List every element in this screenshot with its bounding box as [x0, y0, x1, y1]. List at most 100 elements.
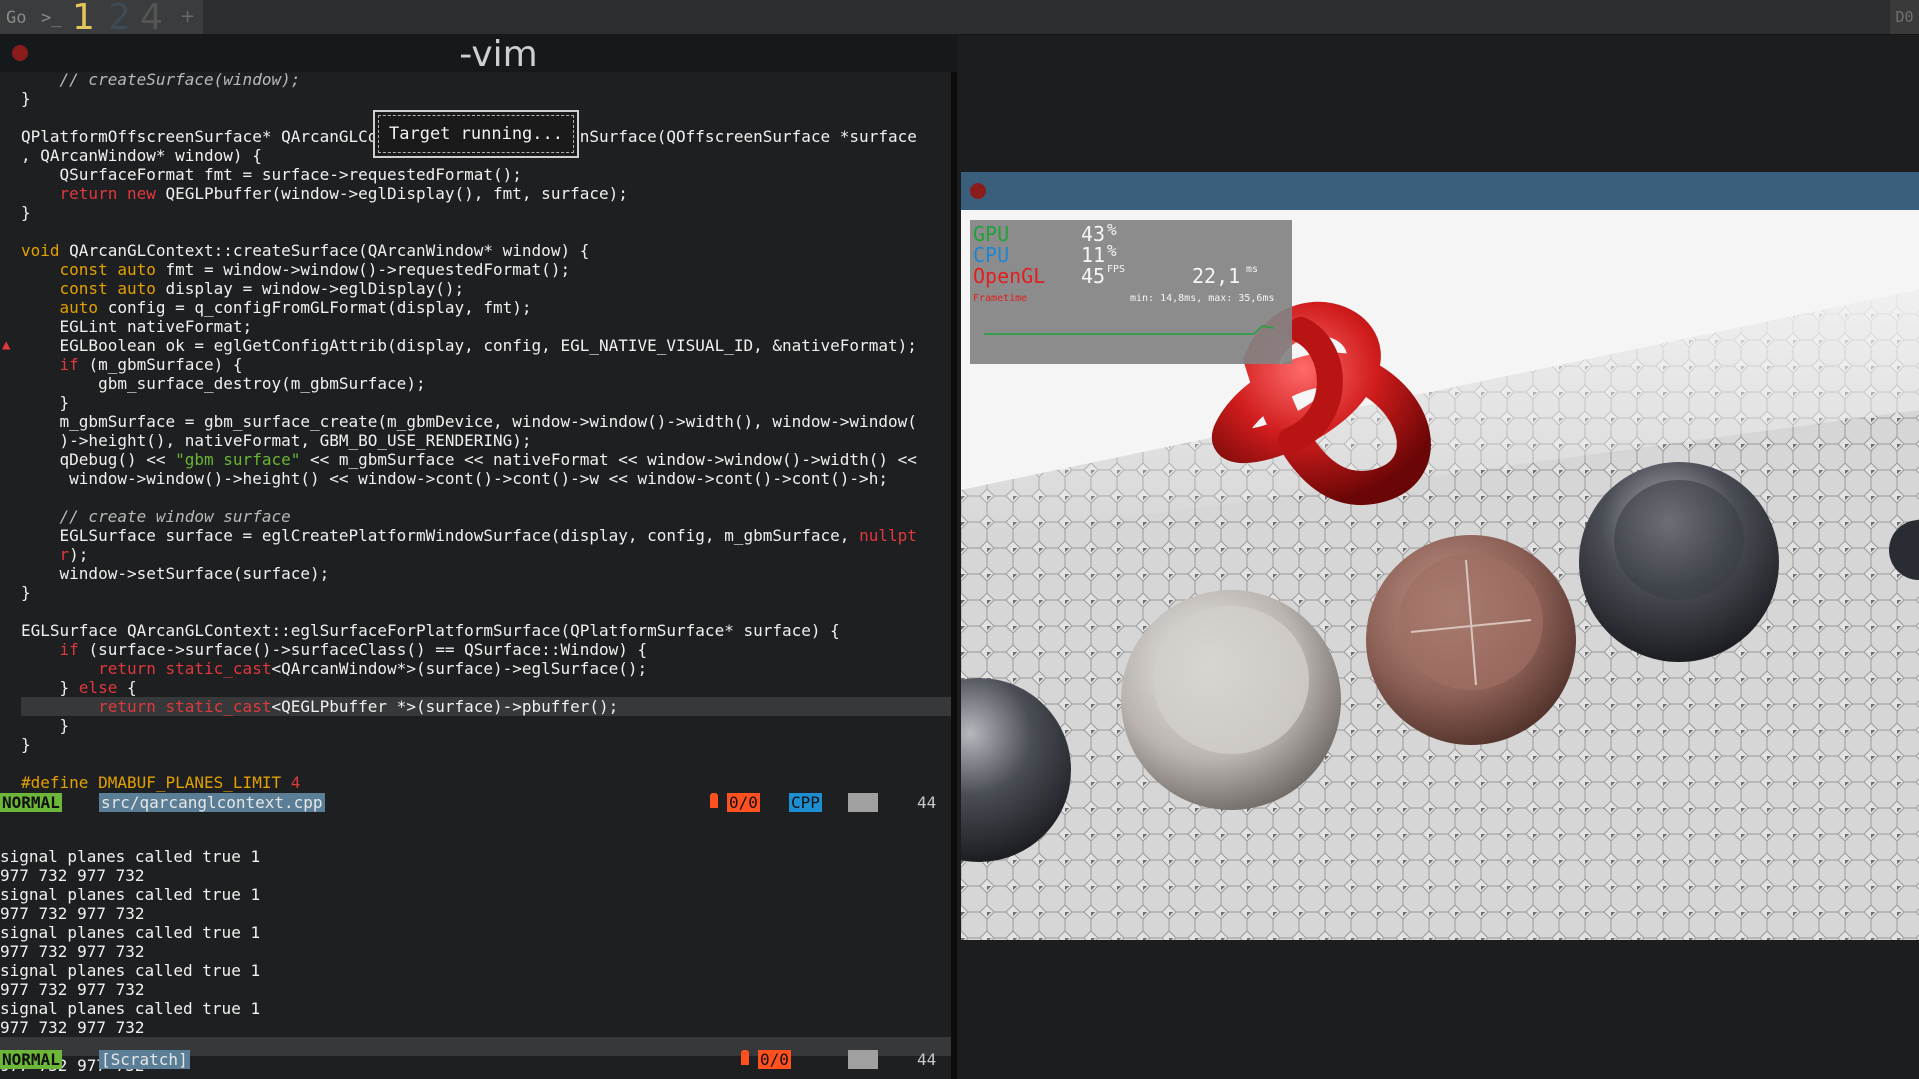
status-line-bottom: NORMAL [Scratch] 0/0 44	[0, 1050, 951, 1069]
code-line[interactable]: QSurfaceFormat fmt = surface->requestedF…	[0, 165, 951, 184]
code-token: }	[21, 89, 31, 108]
popup-text: Target running...	[378, 115, 574, 153]
code-line[interactable]: void QArcanGLContext::createSurface(QArc…	[0, 241, 951, 260]
code-token: return new	[21, 184, 166, 203]
status-line-top: NORMAL src/qarcanglcontext.cpp 0/0 CPP 4…	[0, 793, 951, 812]
code-line[interactable]: }	[0, 716, 951, 735]
go-label[interactable]: Go	[6, 8, 26, 28]
code-token: window->window()->height() << window->co…	[21, 469, 888, 488]
code-token: );	[69, 545, 89, 564]
cpu-unit: %	[1107, 241, 1117, 260]
message-line: signal planes called true 1	[0, 885, 261, 904]
terminal-prompt-icon[interactable]: >_	[41, 8, 61, 28]
code-token: }	[21, 203, 31, 222]
code-line[interactable]: }	[0, 735, 951, 754]
code-line[interactable]: return static_cast<QEGLPbuffer *>(surfac…	[21, 697, 951, 716]
code-line[interactable]: return new QEGLPbuffer(window->eglDispla…	[0, 184, 951, 203]
workspace-group: Go >_ 1 2 4 +	[0, 0, 203, 36]
code-line[interactable]: #define DMABUF_PLANES_LIMIT 4	[0, 773, 951, 792]
code-line[interactable]: }	[0, 203, 951, 222]
code-token: }	[21, 735, 31, 754]
top-bar: Go >_ 1 2 4 + D0	[0, 0, 1919, 36]
code-line[interactable]: window->window()->height() << window->co…	[0, 469, 951, 488]
code-line[interactable]: }	[0, 583, 951, 602]
code-token: return static_cast	[21, 697, 272, 716]
render-window[interactable]: GPU 43 % CPU 11 % OpenGL 45 FPS 22,1 ms …	[961, 172, 1919, 940]
code-line[interactable]: EGLSurface QArcanGLContext::eglSurfaceFo…	[0, 621, 951, 640]
vim-titlebar[interactable]: -vim	[0, 34, 957, 75]
code-line[interactable]: window->setSurface(surface);	[0, 564, 951, 583]
code-token: <QArcanWindow*>(surface)->eglSurface();	[271, 659, 648, 678]
code-token: EGLint nativeFormat;	[21, 317, 253, 336]
code-token: 4	[290, 773, 301, 792]
code-token: }	[21, 583, 31, 602]
code-token: display = window->eglDisplay();	[165, 279, 465, 298]
code-token: config = q_configFromGLFormat(display, f…	[107, 298, 532, 317]
workspace-2[interactable]: 2	[108, 0, 131, 36]
code-token: (m_gbmSurface) {	[88, 355, 243, 374]
code-line[interactable]: gbm_surface_destroy(m_gbmSurface);	[0, 374, 951, 393]
vim-window: -vim // createSurface(window);} QPlatform…	[0, 34, 957, 1079]
code-line[interactable]: EGLint nativeFormat;	[0, 317, 951, 336]
close-dot-icon[interactable]	[970, 183, 986, 199]
warning-icon: ▲	[2, 337, 11, 353]
opengl-label: OpenGL	[973, 264, 1046, 288]
fps-unit: FPS	[1107, 264, 1126, 275]
code-token: r	[21, 545, 70, 564]
code-line[interactable]: r);	[0, 545, 951, 564]
code-token: window->setSurface(surface);	[21, 564, 330, 583]
code-line[interactable]: ▲ EGLBoolean ok = eglGetConfigAttrib(dis…	[0, 336, 951, 355]
code-token: auto	[21, 298, 108, 317]
code-line[interactable]: return static_cast<QArcanWindow*>(surfac…	[0, 659, 951, 678]
code-line[interactable]: auto config = q_configFromGLFormat(displ…	[0, 298, 951, 317]
code-token: EGLSurface QArcanGLContext::eglSurfaceFo…	[21, 621, 840, 640]
code-line[interactable]: )->height(), nativeFormat, GBM_BO_USE_RE…	[0, 431, 951, 450]
workspace-4[interactable]: 4	[140, 0, 163, 36]
code-line[interactable]	[0, 222, 951, 241]
render-titlebar[interactable]	[961, 172, 1919, 210]
code-line[interactable]: // createSurface(window);	[0, 70, 951, 89]
code-line[interactable]: const auto fmt = window->window()->reque…	[0, 260, 951, 279]
code-token: (surface->surface()->surfaceClass() == Q…	[88, 640, 648, 659]
code-line[interactable]: m_gbmSurface = gbm_surface_create(m_gbmD…	[0, 412, 951, 431]
workspace-1[interactable]: 1	[72, 0, 95, 36]
code-token: , QArcanWindow* window) {	[21, 146, 262, 165]
code-token: {	[126, 678, 137, 697]
code-token: EGLSurface surface = eglCreatePlatformWi…	[21, 526, 860, 545]
code-line[interactable]: } else {	[0, 678, 951, 697]
code-token: }	[21, 716, 70, 735]
code-line[interactable]: const auto display = window->eglDisplay(…	[0, 279, 951, 298]
code-line[interactable]	[0, 488, 951, 507]
code-line[interactable]	[0, 754, 951, 773]
code-token: m_gbmSurface = gbm_surface_create(m_gbmD…	[21, 412, 917, 431]
code-token: }	[21, 393, 70, 412]
scroll-indicator	[848, 793, 878, 812]
display-indicator[interactable]: D0	[1890, 0, 1919, 34]
code-token: "gbm surface"	[175, 450, 301, 469]
code-line[interactable]: if (m_gbmSurface) {	[0, 355, 951, 374]
message-line: 977 732 977 732	[0, 866, 145, 885]
code-editor[interactable]: // createSurface(window);} QPlatformOffsc…	[0, 70, 951, 792]
column-number: 44	[917, 793, 937, 812]
code-line[interactable]	[0, 602, 951, 621]
message-line: signal planes called true 1	[0, 999, 261, 1018]
file-name: [Scratch]	[99, 1050, 190, 1069]
frametime-stats: min: 14,8ms, max: 35,6ms	[1130, 293, 1275, 304]
plus-icon[interactable]: +	[180, 6, 195, 27]
code-token: EGLBoolean ok = eglGetConfigAttrib(displ…	[21, 336, 917, 355]
perf-overlay: GPU 43 % CPU 11 % OpenGL 45 FPS 22,1 ms …	[970, 220, 1292, 364]
error-icon	[710, 793, 718, 808]
code-line[interactable]: }	[0, 89, 951, 108]
code-line[interactable]: }	[0, 393, 951, 412]
message-line: signal planes called true 1	[0, 923, 261, 942]
filetype-badge: CPP	[789, 793, 822, 812]
code-line[interactable]: qDebug() << "gbm surface" << m_gbmSurfac…	[0, 450, 951, 469]
code-token: else	[78, 678, 127, 697]
message-line: signal planes called true 1	[0, 961, 261, 980]
code-line[interactable]: EGLSurface surface = eglCreatePlatformWi…	[0, 526, 951, 545]
code-token: void	[21, 241, 70, 260]
code-token: QSurfaceFormat fmt = surface->requestedF…	[21, 165, 522, 184]
code-line[interactable]: // create window surface	[0, 507, 951, 526]
code-line[interactable]: if (surface->surface()->surfaceClass() =…	[0, 640, 951, 659]
frametime-graph	[984, 325, 1275, 335]
